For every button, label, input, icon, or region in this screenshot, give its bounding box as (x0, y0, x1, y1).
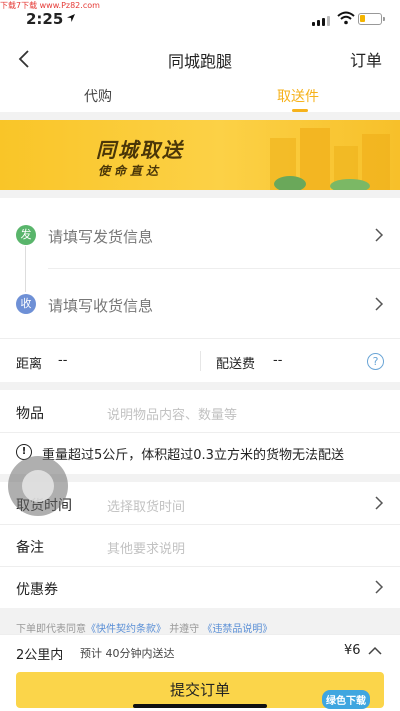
send-badge: 发 (16, 225, 36, 245)
status-time: 2:25 (26, 10, 64, 28)
chevron-right-icon[interactable] (372, 297, 386, 311)
tab-bar: 代购 取送件 (0, 76, 400, 112)
orders-link[interactable]: 订单 (350, 47, 382, 71)
help-question-icon[interactable]: ? (367, 353, 384, 370)
distance-value: -- (58, 353, 68, 368)
sender-info-input[interactable]: 请填写发货信息 (48, 226, 153, 247)
weight-warning-text: 重量超过5公斤，体积超过0.3立方米的货物无法配送 (42, 448, 344, 463)
battery-icon (358, 13, 385, 25)
delivery-fee-label: 配送费 (216, 357, 256, 372)
chevron-right-icon[interactable] (372, 228, 386, 242)
city-buildings-illustration (270, 128, 390, 190)
remark-input[interactable]: 其他要求说明 (107, 538, 185, 557)
location-arrow-icon (67, 14, 75, 22)
banner-subtitle: 使命直达 (98, 164, 163, 178)
page-title: 同城跑腿 (167, 52, 232, 71)
remark-label: 备注 (16, 540, 44, 556)
chevron-right-icon[interactable] (372, 496, 386, 510)
divider (0, 524, 400, 525)
home-indicator[interactable] (133, 704, 267, 708)
promo-banner[interactable]: 同城取送 使命直达 (0, 120, 400, 190)
summary-price: ¥6 (344, 643, 361, 658)
agreement-text: 下单即代表同意《快件契约条款》 并遵守 《违禁品说明》 (16, 620, 272, 635)
chevron-up-icon[interactable] (368, 645, 382, 657)
goods-section: 物品 说明物品内容、数量等 ! 重量超过5公斤，体积超过0.3立方米的货物无法配… (0, 390, 400, 474)
delivery-fee-value: -- (273, 353, 283, 368)
address-card: 发 请填写发货信息 收 请填写收货信息 (0, 198, 400, 338)
chevron-right-icon[interactable] (372, 580, 386, 594)
banner-title: 同城取送 (96, 138, 184, 162)
pickup-time-input[interactable]: 选择取货时间 (107, 496, 185, 515)
distance-label: 距离 (16, 357, 43, 372)
receive-badge: 收 (16, 294, 36, 314)
tab-pickup-delivery[interactable]: 取送件 (277, 86, 319, 106)
wifi-icon (337, 11, 355, 25)
tab-purchase[interactable]: 代购 (84, 86, 112, 106)
distance-fee-row: 距离 -- 配送费 -- ? (0, 338, 400, 382)
goods-input[interactable]: 说明物品内容、数量等 (107, 404, 237, 423)
coupon-label[interactable]: 优惠券 (16, 579, 58, 599)
status-bar: 下载7下载 www.Pz82.com 2:25 (0, 0, 400, 40)
active-tab-indicator (292, 109, 308, 112)
assistive-touch-button[interactable] (8, 456, 68, 516)
summary-distance: 2公里内 (16, 648, 64, 663)
nav-bar: 同城跑腿 订单 (0, 40, 400, 76)
divider (0, 432, 400, 433)
goods-label: 物品 (16, 406, 44, 422)
order-summary-bar[interactable]: 2公里内 预计 40分钟内送达 ¥6 (0, 634, 400, 666)
divider (0, 566, 400, 567)
site-logo: 绿色下载 (322, 690, 370, 709)
address-connector-line (25, 246, 26, 292)
receiver-info-input[interactable]: 请填写收货信息 (48, 295, 153, 316)
divider (200, 351, 201, 371)
summary-eta: 预计 40分钟内送达 (80, 647, 175, 660)
divider (48, 268, 400, 269)
